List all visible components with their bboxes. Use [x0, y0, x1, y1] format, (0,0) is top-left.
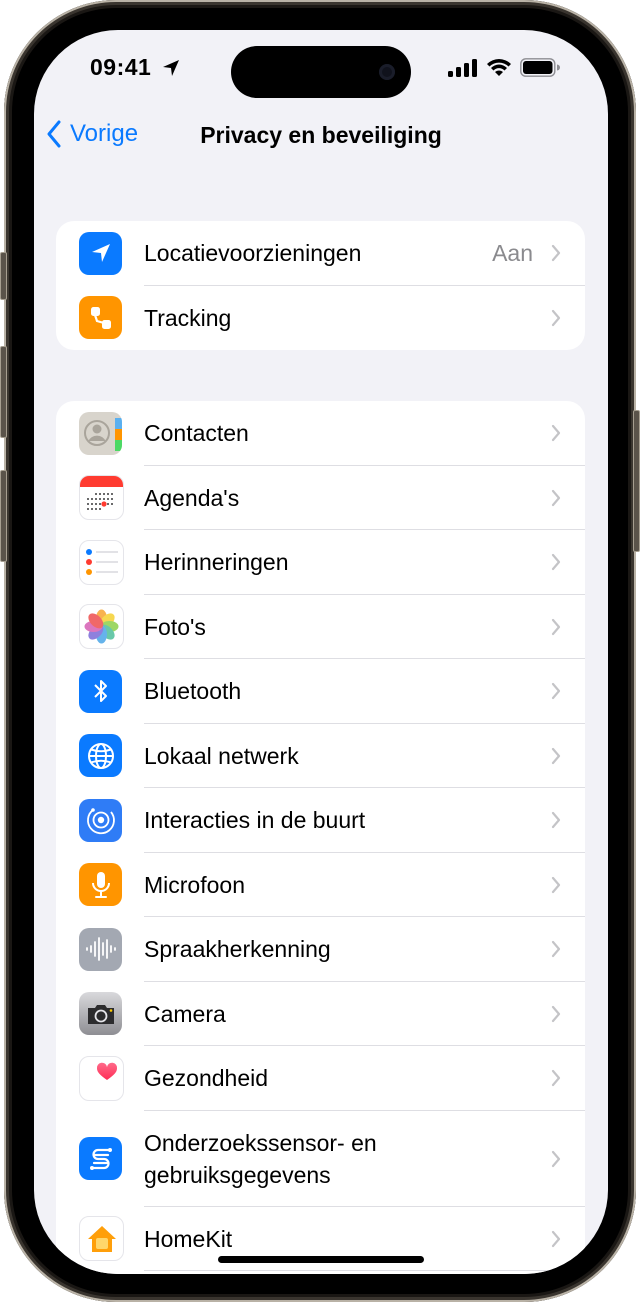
power-button [633, 410, 640, 552]
bluetooth-icon [79, 669, 122, 713]
row-label: Spraakherkenning [144, 936, 331, 963]
status-time: 09:41 [90, 54, 152, 80]
row-label: Onderzoekssensor- en gebruiksgegevens [144, 1127, 377, 1191]
row-label: Locatievoorzieningen [144, 240, 362, 267]
row-microphone[interactable]: Microfoon [56, 853, 585, 917]
row-label: Herinneringen [144, 549, 289, 576]
chevron-right-icon [551, 812, 561, 829]
row-local-network[interactable]: Lokaal netwerk [56, 724, 585, 788]
row-label: Tracking [144, 304, 232, 331]
row-photos[interactable]: Foto's [56, 595, 585, 659]
reminders-icon [79, 539, 124, 585]
globe-icon [79, 734, 122, 778]
row-camera[interactable]: Camera [56, 982, 585, 1046]
row-location-services[interactable]: Locatievoorzieningen Aan [56, 221, 585, 286]
photos-icon [79, 604, 124, 650]
chevron-right-icon [551, 747, 561, 764]
row-label-line2: gebruiksgegevens [144, 1161, 331, 1188]
row-speech-recognition[interactable]: Spraakherkenning [56, 917, 585, 982]
chevron-right-icon [551, 554, 561, 571]
battery-icon [520, 58, 560, 77]
row-label: Foto's [144, 613, 206, 640]
navigation-bar: Vorige Privacy en beveiliging [34, 118, 608, 158]
chevron-right-icon [551, 1005, 561, 1022]
row-tracking[interactable]: Tracking [56, 286, 585, 351]
row-label: Agenda's [144, 484, 240, 511]
location-icon [79, 231, 122, 275]
chevron-right-icon [551, 876, 561, 893]
contacts-icon [79, 411, 122, 455]
row-label: Interacties in de buurt [144, 807, 366, 834]
microphone-icon [79, 863, 122, 907]
row-contacts[interactable]: Contacten [56, 401, 585, 466]
separator [144, 1270, 585, 1271]
waveform-icon [79, 927, 122, 971]
chevron-right-icon [551, 425, 561, 442]
chevron-right-icon [551, 941, 561, 958]
chevron-right-icon [551, 489, 561, 506]
settings-group-permissions: Contacten Agenda's Herinneringen Foto's … [56, 401, 585, 1274]
row-label: HomeKit [144, 1225, 233, 1252]
volume-up-button [0, 346, 7, 438]
homekit-icon [79, 1216, 124, 1262]
settings-group-location: Locatievoorzieningen Aan Tracking [56, 221, 585, 350]
row-health[interactable]: Gezondheid [56, 1046, 585, 1111]
camera-icon [79, 992, 122, 1036]
chevron-right-icon [551, 1070, 561, 1087]
row-research-sensor[interactable]: Onderzoekssensor- en gebruiksgegevens [56, 1111, 585, 1207]
row-label: Contacten [144, 420, 249, 447]
front-camera [379, 64, 395, 80]
chevron-right-icon [551, 1230, 561, 1247]
screen: 09:41 Vorige Privacy en beveiliging Loca… [34, 30, 608, 1274]
row-nearby-interactions[interactable]: Interacties in de buurt [56, 788, 585, 853]
home-indicator[interactable] [218, 1256, 424, 1263]
chevron-right-icon [551, 245, 561, 262]
row-label: Lokaal netwerk [144, 742, 299, 769]
row-label: Microfoon [144, 871, 245, 898]
nearby-interactions-icon [79, 798, 122, 842]
row-label: Gezondheid [144, 1065, 269, 1092]
row-label: Camera [144, 1000, 226, 1027]
health-heart-icon [79, 1055, 124, 1101]
row-reminders[interactable]: Herinneringen [56, 530, 585, 595]
row-calendars[interactable]: Agenda's [56, 466, 585, 530]
volume-down-button [0, 470, 7, 562]
status-icons [448, 58, 560, 77]
row-label: Bluetooth [144, 678, 242, 705]
wifi-icon [487, 59, 511, 76]
dynamic-island [231, 46, 411, 98]
action-button [0, 252, 7, 300]
row-value: Aan [492, 239, 533, 266]
location-arrow-icon [163, 60, 179, 76]
chevron-right-icon [551, 618, 561, 635]
row-label-line1: Onderzoekssensor- en [144, 1129, 377, 1156]
chevron-right-icon [551, 309, 561, 326]
calendar-icon [79, 475, 124, 521]
cellular-signal-icon [448, 58, 477, 77]
research-sensor-icon [79, 1137, 122, 1180]
tracking-icon [79, 296, 122, 340]
row-bluetooth[interactable]: Bluetooth [56, 659, 585, 724]
chevron-right-icon [551, 683, 561, 700]
page-title: Privacy en beveiliging [200, 122, 442, 148]
chevron-right-icon [551, 1150, 561, 1167]
